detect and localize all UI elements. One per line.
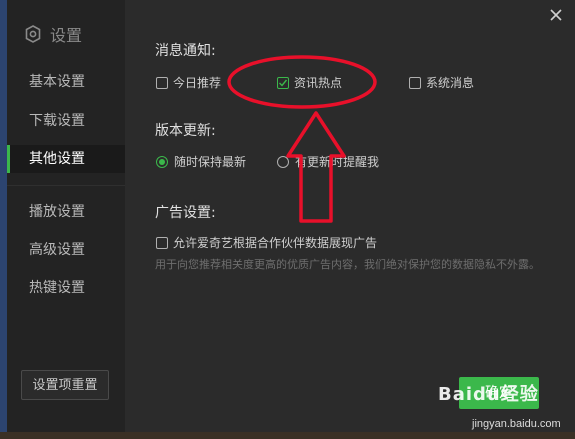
sidebar-divider bbox=[7, 185, 125, 186]
reset-settings-button[interactable]: 设置项重置 bbox=[21, 370, 109, 400]
notify-option-news[interactable]: 资讯热点 bbox=[277, 74, 342, 91]
check-icon bbox=[279, 79, 288, 87]
option-label: 有更新时提醒我 bbox=[295, 155, 380, 169]
option-label: 今日推荐 bbox=[173, 76, 222, 90]
checkbox-checked[interactable] bbox=[277, 76, 289, 89]
close-icon[interactable] bbox=[547, 6, 565, 24]
ads-section-title: 广告设置: bbox=[155, 205, 216, 221]
notify-option-system[interactable]: 系统消息 bbox=[409, 74, 474, 91]
desktop-background bbox=[0, 0, 7, 439]
ads-hint-text: 用于向您推荐相关度更高的优质广告内容，我们绝对保护您的数据隐私不外露。 bbox=[155, 258, 540, 271]
sidebar-item-hotkeys[interactable]: 热键设置 bbox=[7, 274, 125, 302]
desktop-bottom-strip bbox=[0, 432, 575, 439]
checkbox[interactable] bbox=[156, 236, 168, 249]
update-option-remind[interactable]: 有更新时提醒我 bbox=[277, 153, 379, 170]
settings-window: 设置 基本设置 下载设置 其他设置 播放设置 高级设置 热键设置 设置项重置 消… bbox=[7, 0, 575, 439]
sidebar-item-download[interactable]: 下载设置 bbox=[7, 107, 125, 135]
radio[interactable] bbox=[277, 155, 289, 168]
baidu-watermark-url: jingyan.baidu.com bbox=[472, 418, 561, 430]
gear-icon bbox=[25, 25, 41, 43]
checkbox[interactable] bbox=[409, 76, 421, 89]
option-label: 资讯热点 bbox=[294, 76, 343, 90]
option-label: 允许爱奇艺根据合作伙伴数据展现广告 bbox=[173, 236, 378, 250]
sidebar-item-other[interactable]: 其他设置 bbox=[7, 145, 125, 173]
sidebar-item-playback[interactable]: 播放设置 bbox=[7, 198, 125, 226]
notify-section-title: 消息通知: bbox=[155, 43, 216, 59]
radio-selected[interactable] bbox=[156, 155, 168, 168]
checkbox[interactable] bbox=[156, 76, 168, 89]
sidebar-title: 设置 bbox=[24, 22, 82, 46]
sidebar-item-advanced[interactable]: 高级设置 bbox=[7, 236, 125, 264]
notify-option-today[interactable]: 今日推荐 bbox=[156, 74, 221, 91]
ads-partner-option[interactable]: 允许爱奇艺根据合作伙伴数据展现广告 bbox=[156, 234, 377, 251]
sidebar-item-basic[interactable]: 基本设置 bbox=[7, 68, 125, 96]
update-option-always[interactable]: 随时保持最新 bbox=[156, 153, 246, 170]
option-label: 系统消息 bbox=[426, 76, 475, 90]
option-label: 随时保持最新 bbox=[174, 155, 247, 169]
sidebar-title-label: 设置 bbox=[50, 26, 83, 45]
sidebar: 设置 基本设置 下载设置 其他设置 播放设置 高级设置 热键设置 设置项重置 bbox=[7, 0, 125, 439]
update-section-title: 版本更新: bbox=[155, 123, 216, 139]
baidu-watermark-logo: Baidu经验 bbox=[438, 384, 539, 405]
